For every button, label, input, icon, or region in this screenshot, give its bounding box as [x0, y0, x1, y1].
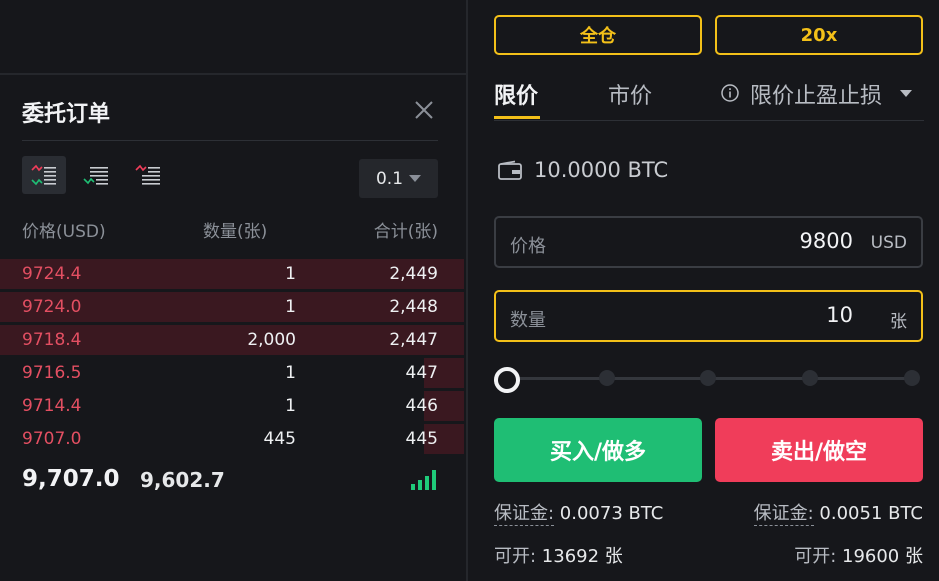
ask-qty: 445: [263, 429, 296, 449]
ask-row[interactable]: 9714.4 1 446: [0, 390, 466, 422]
quantity-slider-handle[interactable]: [494, 367, 520, 393]
wallet-icon: [498, 160, 522, 180]
slider-mark[interactable]: [700, 370, 716, 386]
cross-margin-button[interactable]: 全仓: [494, 15, 702, 55]
precision-value: 0.1: [375, 168, 404, 189]
precision-select[interactable]: 0.1: [359, 159, 438, 198]
sell-available: 可开: 19600 张: [794, 542, 923, 568]
orderbook-both-icon: [31, 164, 56, 186]
quantity-value[interactable]: 10: [826, 303, 853, 327]
close-icon[interactable]: [412, 98, 436, 122]
ask-row[interactable]: 9718.4 2,000 2,447: [0, 324, 466, 356]
leverage-button[interactable]: 20x: [715, 15, 923, 55]
ask-qty: 2,000: [247, 330, 296, 350]
ask-row[interactable]: 9724.4 1 2,449: [0, 258, 466, 290]
ask-qty: 1: [285, 297, 296, 317]
ask-row[interactable]: 9716.5 1 447: [0, 357, 466, 389]
orderbook-title: 委托订单: [22, 102, 111, 127]
ask-qty: 1: [285, 264, 296, 284]
info-icon[interactable]: [721, 84, 739, 102]
ask-total: 2,449: [389, 264, 438, 284]
buy-margin-label[interactable]: 保证金:: [494, 503, 555, 526]
tabs-divider: [494, 120, 924, 121]
chevron-down-icon[interactable]: [900, 90, 912, 97]
available-balance: 10.0000 BTC: [534, 158, 669, 182]
view-bids-button[interactable]: [74, 156, 118, 194]
orderbook-panel: 委托订单 0.1 价格(USD) 数量(张) 合计(张) 9724.4 1 2,…: [0, 0, 466, 581]
ask-qty: 1: [285, 363, 296, 383]
sell-margin-label[interactable]: 保证金:: [753, 503, 814, 526]
view-asks-button[interactable]: [126, 156, 170, 194]
quantity-input[interactable]: 数量 10 张: [494, 290, 923, 342]
sell-available-label: 可开:: [794, 546, 837, 567]
buy-margin-value: 0.0073 BTC: [554, 503, 664, 524]
ask-price: 9707.0: [22, 429, 82, 449]
chevron-down-icon: [409, 175, 422, 182]
buy-available-label: 可开:: [494, 546, 537, 567]
ask-total: 446: [405, 396, 438, 416]
price-label: 价格: [510, 236, 546, 257]
column-header-price: 价格(USD): [22, 222, 106, 242]
buy-available-value: 13692 张: [536, 546, 623, 567]
ask-row[interactable]: 9707.0 445 445: [0, 423, 466, 455]
view-both-button[interactable]: [22, 156, 66, 194]
tab-market[interactable]: 市价: [608, 78, 652, 110]
last-price: 9,707.0: [22, 466, 120, 492]
ask-qty: 1: [285, 396, 296, 416]
ask-row[interactable]: 9724.0 1 2,448: [0, 291, 466, 323]
ask-total: 445: [405, 429, 438, 449]
ask-price: 9714.4: [22, 396, 82, 416]
title-divider: [22, 140, 438, 141]
quantity-label: 数量: [510, 310, 546, 331]
ask-price: 9724.4: [22, 264, 82, 284]
sell-margin-info: 保证金: 0.0051 BTC: [753, 499, 923, 526]
ask-total: 2,447: [389, 330, 438, 350]
ask-total: 2,448: [389, 297, 438, 317]
slider-mark[interactable]: [802, 370, 818, 386]
ask-price: 9718.4: [22, 330, 82, 350]
buy-margin-info: 保证金: 0.0073 BTC: [494, 499, 664, 526]
mark-price: 9,602.7: [140, 468, 225, 492]
column-header-total: 合计(张): [373, 222, 438, 242]
buy-long-button[interactable]: 买入/做多: [494, 418, 702, 482]
ask-price: 9724.0: [22, 297, 82, 317]
ask-total: 447: [405, 363, 438, 383]
column-header-qty: 数量(张): [203, 222, 268, 242]
slider-mark[interactable]: [599, 370, 615, 386]
price-input[interactable]: 价格 9800 USD: [494, 216, 923, 268]
active-tab-indicator: [494, 116, 540, 119]
panel-separator: [466, 0, 468, 581]
price-value[interactable]: 9800: [800, 229, 853, 253]
sell-margin-value: 0.0051 BTC: [813, 503, 923, 524]
buy-available: 可开: 13692 张: [494, 542, 623, 568]
tab-limit[interactable]: 限价: [494, 78, 538, 110]
price-unit: USD: [870, 233, 907, 253]
sell-available-value: 19600 张: [836, 546, 923, 567]
tab-tp-sl[interactable]: 限价止盈止损: [750, 78, 882, 110]
panel-divider: [0, 73, 466, 75]
quantity-unit: 张: [890, 312, 907, 332]
slider-mark[interactable]: [904, 370, 920, 386]
orderbook-asks-icon: [135, 164, 160, 185]
ask-price: 9716.5: [22, 363, 82, 383]
orderbook-bids-icon: [83, 167, 108, 185]
sell-short-button[interactable]: 卖出/做空: [715, 418, 923, 482]
signal-strength-icon: [411, 470, 439, 490]
